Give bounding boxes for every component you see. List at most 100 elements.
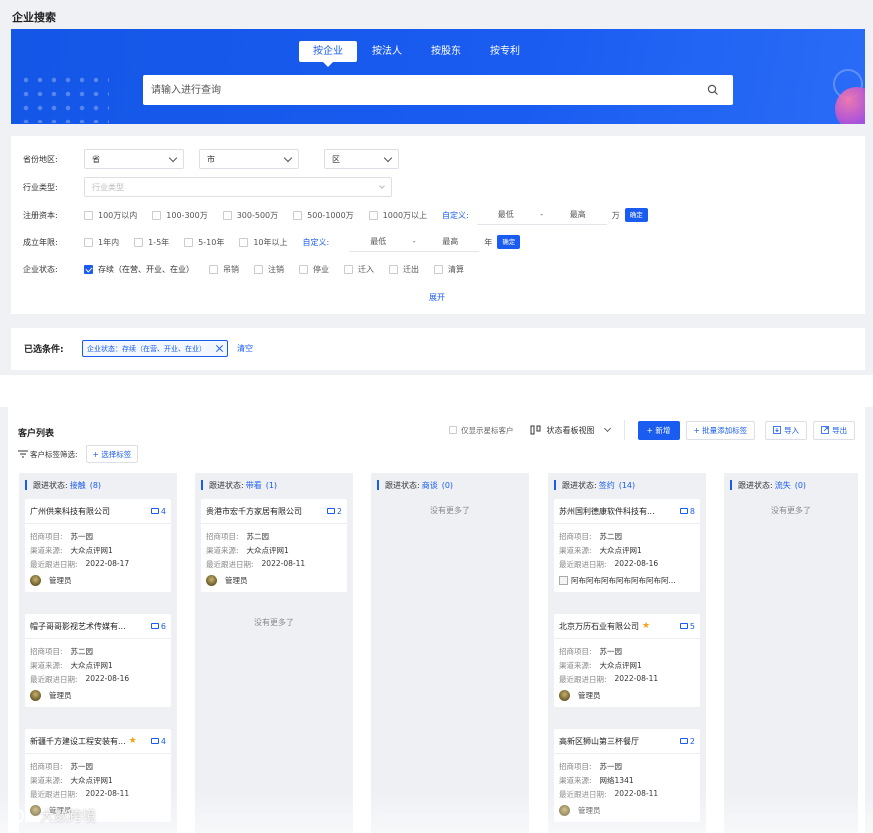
years-min-input[interactable]: 最低	[349, 236, 407, 247]
status-name: 流失	[774, 480, 791, 490]
comment-icon	[679, 508, 688, 514]
customer-card[interactable]: 北京万历石业有限公司 ★ 5 招商项目: 苏一园 渠道来源: 大众点评网1 最近跟进日…	[554, 614, 700, 707]
checkbox[interactable]	[344, 264, 353, 274]
customer-card[interactable]: 帽子哥哥影视艺术传媒有... 6 招商项目: 苏二园 渠道来源: 大众点评网1 最近…	[25, 614, 171, 707]
capital-range[interactable]: 最低 - 最高	[476, 205, 607, 225]
company-name[interactable]: 苏州国利德康软件科技有...	[559, 506, 655, 517]
star-icon[interactable]: ★	[642, 621, 650, 631]
import-button[interactable]: 导入	[765, 420, 808, 440]
capital-max-input[interactable]: 最高	[549, 209, 607, 220]
column-header: 跟进状态: 签约 (14)	[548, 473, 706, 497]
city-select[interactable]: 市	[199, 149, 299, 169]
project-label: 招商项目:	[30, 647, 63, 656]
capital-option-label: 500-1000万	[307, 210, 354, 220]
years-range[interactable]: 最低 - 最高	[349, 232, 480, 252]
company-name[interactable]: 高新区狮山第三杯餐厅	[559, 736, 639, 747]
company-name[interactable]: 帽子哥哥影视艺术传媒有...	[30, 621, 126, 632]
customer-card[interactable]: 贵港市宏千方家居有限公司 2 招商项目: 苏二园 渠道来源: 大众点评网1 最近跟进…	[201, 499, 347, 592]
last-follow-value: 2022-08-16	[85, 674, 130, 683]
checkbox[interactable]	[84, 237, 93, 247]
customer-card[interactable]: 高新区狮山第三杯餐厅 2 招商项目: 苏一园 渠道来源: 网络1341 最近跟进日期…	[554, 729, 700, 822]
tab-by-shareholder[interactable]: 按股东	[417, 41, 475, 62]
status-option[interactable]: 注销	[254, 264, 284, 275]
checkbox[interactable]	[152, 210, 162, 220]
status-count: (1)	[265, 480, 278, 490]
status-prefix: 跟进状态:	[385, 480, 420, 490]
last-follow-row: 最近跟进日期: 2022-08-16	[30, 674, 166, 688]
tab-by-company[interactable]: 按企业	[299, 41, 357, 67]
last-follow-label: 最近跟进日期:	[559, 560, 607, 569]
export-button[interactable]: 导出	[813, 420, 856, 440]
capital-option[interactable]: 100万以内	[84, 210, 137, 221]
status-option[interactable]: 存续（在营、开业、在业）	[84, 264, 194, 275]
years-max-input[interactable]: 最高	[421, 236, 479, 247]
checkbox-checked[interactable]	[84, 264, 93, 274]
province-select[interactable]: 省	[84, 149, 184, 169]
checkbox[interactable]	[222, 210, 232, 220]
choose-tag-button[interactable]: + 选择标签	[85, 445, 139, 463]
district-select[interactable]: 区	[324, 149, 399, 169]
status-option[interactable]: 迁入	[344, 264, 374, 275]
divider	[25, 753, 171, 754]
board-column-viewing: 跟进状态: 带看 (1) 贵港市宏千方家居有限公司 2 招商项目: 苏二园 渠道来…	[195, 473, 353, 833]
checkbox[interactable]	[84, 210, 93, 220]
expand-link[interactable]: 展开	[429, 292, 445, 303]
checkbox[interactable]	[299, 264, 308, 274]
checkbox[interactable]	[239, 237, 249, 247]
years-option[interactable]: 10年以上	[239, 237, 288, 248]
industry-select[interactable]: 行业类型	[84, 177, 392, 197]
capital-option[interactable]: 500-1000万	[293, 210, 354, 221]
project-label: 招商项目:	[559, 647, 592, 656]
batch-tag-button[interactable]: + 批量添加标签	[685, 420, 756, 440]
years-option[interactable]: 1年内	[84, 237, 119, 248]
card-header: 广州供来科技有限公司 4	[30, 505, 166, 517]
only-starred-toggle[interactable]: 仅显示星标客户	[449, 425, 514, 436]
chevron-down-icon	[168, 153, 178, 162]
company-name[interactable]: 贵港市宏千方家居有限公司	[206, 506, 302, 517]
tab-by-patent[interactable]: 按专利	[476, 41, 534, 62]
card-header: 贵港市宏千方家居有限公司 2	[206, 505, 342, 517]
add-button[interactable]: + 新增	[637, 420, 680, 440]
capital-min-input[interactable]: 最低	[477, 209, 535, 220]
view-select[interactable]: 状态看板视图	[530, 420, 625, 440]
chevron-down-icon	[283, 153, 293, 162]
status-option[interactable]: 迁出	[389, 264, 419, 275]
card-header: 高新区狮山第三杯餐厅 2	[559, 735, 695, 747]
checkbox[interactable]	[254, 264, 263, 274]
status-option-label: 存续（在营、开业、在业）	[98, 264, 194, 274]
project-row: 招商项目: 苏一园	[30, 531, 166, 545]
company-name[interactable]: 新疆千方建设工程安装有... ★	[30, 736, 137, 747]
years-confirm-button[interactable]: 确定	[497, 235, 521, 249]
checkbox[interactable]	[389, 264, 398, 274]
search-icon[interactable]	[707, 84, 719, 96]
tab-by-legal-person[interactable]: 按法人	[358, 41, 416, 62]
channel-label: 渠道来源:	[559, 661, 592, 670]
years-option[interactable]: 1-5年	[134, 237, 169, 248]
customer-card[interactable]: 广州供来科技有限公司 4 招商项目: 苏一园 渠道来源: 大众点评网1 最近跟进日期…	[25, 499, 171, 592]
checkbox[interactable]	[434, 264, 443, 274]
capital-option[interactable]: 100-300万	[152, 210, 208, 221]
capital-confirm-button[interactable]: 确定	[624, 208, 648, 222]
clear-link[interactable]: 清空	[237, 343, 253, 354]
follow-count-value: 4	[160, 736, 166, 746]
customer-card[interactable]: 苏州国利德康软件科技有... 8 招商项目: 苏二园 渠道来源: 大众点评网1 最近…	[554, 499, 700, 592]
checkbox[interactable]	[293, 210, 303, 220]
close-icon[interactable]	[216, 345, 223, 352]
checkbox[interactable]	[209, 264, 218, 274]
company-name[interactable]: 广州供来科技有限公司	[30, 506, 110, 517]
status-option[interactable]: 吊销	[209, 264, 239, 275]
checkbox[interactable]	[449, 426, 457, 434]
company-name[interactable]: 北京万历石业有限公司 ★	[559, 621, 650, 632]
star-icon[interactable]: ★	[129, 736, 137, 746]
last-follow-row: 最近跟进日期: 2022-08-16	[559, 559, 695, 573]
status-option[interactable]: 清算	[434, 264, 464, 275]
status-option[interactable]: 停业	[299, 264, 329, 275]
capital-option[interactable]: 1000万以上	[368, 210, 427, 221]
checkbox[interactable]	[134, 237, 144, 247]
checkbox[interactable]	[368, 210, 378, 220]
follow-count: 4	[150, 736, 166, 746]
capital-option[interactable]: 300-500万	[222, 210, 278, 221]
years-option[interactable]: 5-10年	[184, 237, 224, 248]
checkbox[interactable]	[184, 237, 194, 247]
search-input[interactable]	[143, 75, 683, 105]
